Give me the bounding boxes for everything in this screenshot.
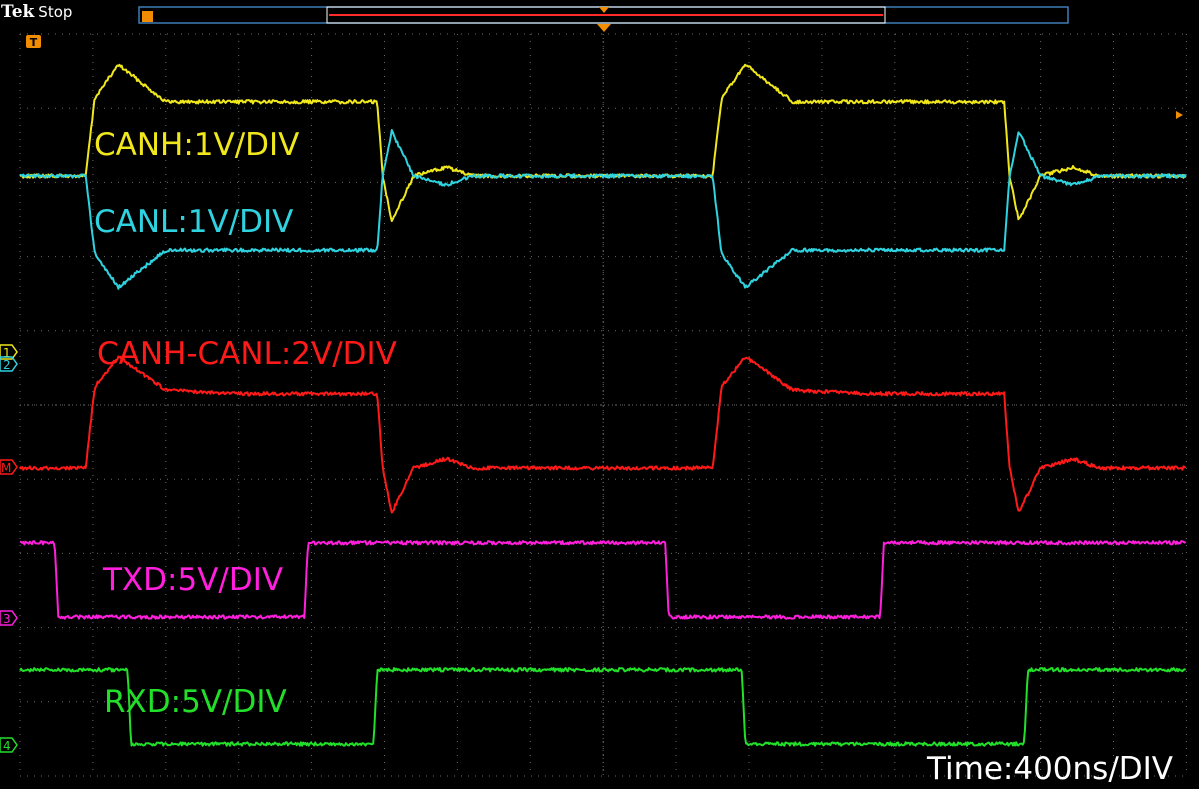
trigger-time-marker-text: T (30, 36, 38, 49)
ch2-marker-text: 2 (3, 358, 11, 372)
canh-label: CANH:1V/DIV (94, 127, 300, 163)
ch3-marker-text: 3 (3, 612, 11, 626)
trigger-time-marker: T (26, 35, 41, 49)
rxd-label: RXD:5V/DIV (104, 684, 287, 720)
canl-label: CANL:1V/DIV (94, 204, 294, 240)
diff-label: CANH-CANL:2V/DIV (97, 336, 397, 372)
status-bar: Tek Stop (0, 0, 72, 24)
oscilloscope-screen: T 1 2 M 3 4 (0, 0, 1199, 789)
math-marker-text: M (1, 461, 11, 475)
timebase-readout: Time:400ns/DIV (927, 751, 1173, 787)
ch4-marker-text: 4 (3, 739, 11, 753)
acquisition-status: Stop (38, 3, 73, 21)
brand-logo: Tek (1, 2, 35, 22)
record-trigger-marker (142, 11, 153, 22)
txd-label: TXD:5V/DIV (103, 562, 284, 598)
